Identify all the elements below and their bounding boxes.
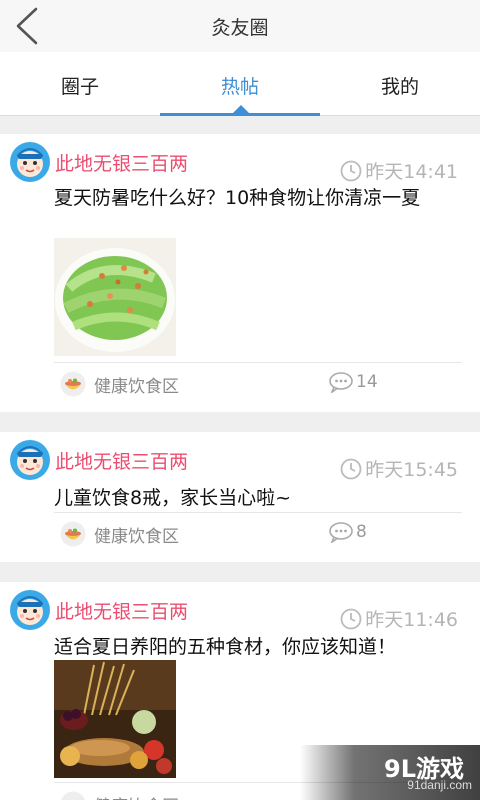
post-card[interactable]: 此地无银三百两 昨天14:41 夏天防暑吃什么好？10种食物让你清凉一夏 健康饮… — [0, 134, 480, 412]
post-author[interactable]: 此地无银三百两 — [55, 149, 188, 176]
category-label[interactable]: 健康饮食区 — [94, 522, 179, 547]
post-image[interactable] — [54, 238, 176, 356]
watermark: 9L游戏 91danji.com — [300, 745, 480, 800]
post-footer: 健康饮食区 8 — [60, 518, 462, 548]
post-footer: 健康饮食区 14 — [60, 368, 462, 398]
post-time: 昨天14:41 — [340, 157, 458, 184]
produce-image — [54, 660, 176, 778]
avatar[interactable] — [9, 141, 51, 183]
post-time-text: 昨天11:46 — [365, 609, 458, 631]
post-time-text: 昨天15:45 — [365, 459, 458, 481]
clock-icon — [340, 608, 362, 629]
food-bowl-icon — [61, 791, 85, 800]
post-card[interactable]: 此地无银三百两 昨天15:45 儿童饮食8戒，家长当心啦~ 健康饮食区 8 — [0, 432, 480, 562]
divider — [54, 512, 462, 513]
clock-icon — [340, 458, 362, 479]
post-title[interactable]: 适合夏日养阳的五种食材，你应该知道！ — [54, 634, 454, 660]
post-image[interactable] — [54, 660, 176, 778]
comment-icon — [329, 372, 353, 393]
comment-count[interactable]: 14 — [328, 371, 378, 393]
food-bowl-icon — [60, 371, 86, 397]
app-header: 灸友圈 — [0, 0, 480, 52]
dish-image — [54, 238, 176, 356]
comment-count-text: 14 — [356, 372, 378, 392]
page-title: 灸友圈 — [211, 17, 269, 39]
post-title[interactable]: 夏天防暑吃什么好？10种食物让你清凉一夏 — [54, 185, 454, 211]
watermark-url: 91danji.com — [407, 778, 472, 792]
post-time-text: 昨天14:41 — [365, 161, 458, 183]
post-author[interactable]: 此地无银三百两 — [55, 447, 188, 474]
tab-bar: 圈子 热帖 我的 — [0, 52, 480, 116]
comment-count-text: 8 — [356, 522, 367, 542]
post-time: 昨天11:46 — [340, 605, 458, 632]
active-tab-indicator — [160, 113, 320, 116]
avatar[interactable] — [9, 439, 51, 481]
category-label[interactable]: 健康饮食区 — [94, 792, 179, 800]
tab-circles[interactable]: 圈子 — [0, 72, 160, 99]
tab-hot-posts[interactable]: 热帖 — [160, 72, 320, 99]
comment-count[interactable]: 8 — [328, 521, 367, 543]
active-tab-caret — [233, 105, 249, 113]
avatar[interactable] — [9, 589, 51, 631]
divider — [54, 362, 462, 363]
food-bowl-icon — [60, 521, 86, 547]
post-author[interactable]: 此地无银三百两 — [55, 597, 188, 624]
comment-icon — [329, 522, 353, 543]
tab-mine[interactable]: 我的 — [320, 72, 480, 99]
post-time: 昨天15:45 — [340, 455, 458, 482]
post-title[interactable]: 儿童饮食8戒，家长当心啦~ — [54, 485, 454, 511]
clock-icon — [340, 160, 362, 181]
category-label[interactable]: 健康饮食区 — [94, 372, 179, 397]
